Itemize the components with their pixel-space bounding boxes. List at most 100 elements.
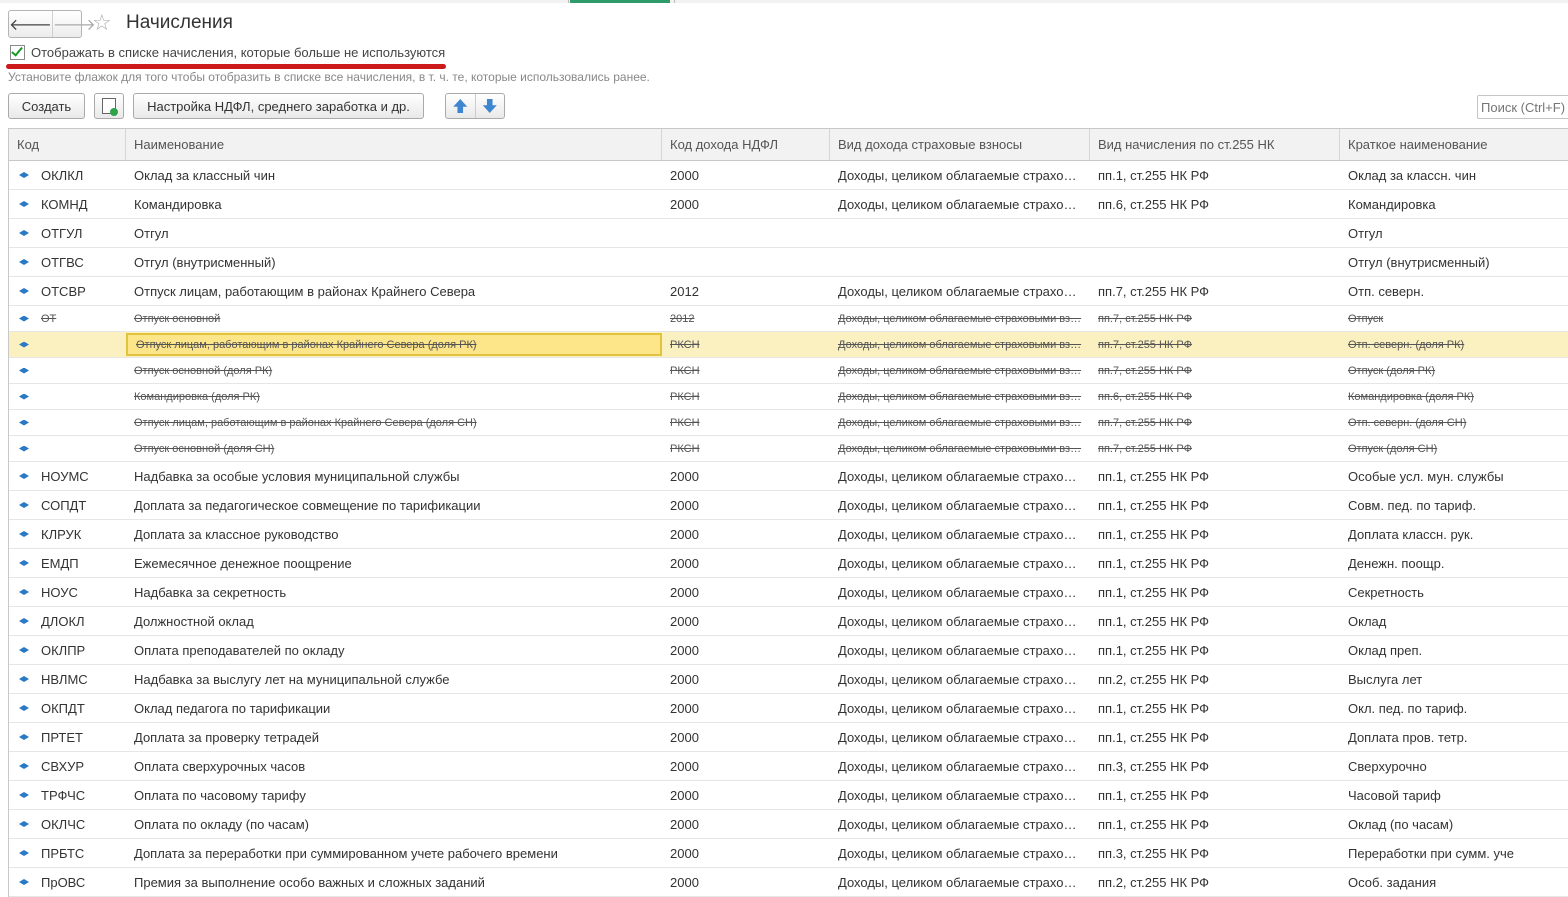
cell-ndfl[interactable]: [662, 219, 830, 247]
column-header-nk255-type[interactable]: Вид начисления по ст.255 НК: [1090, 129, 1340, 160]
cell-ins[interactable]: Доходы, целиком облагаемые страхо…: [830, 810, 1090, 838]
cell-name[interactable]: Ежемесячное денежное поощрение: [126, 549, 662, 577]
cell-short[interactable]: Отп. северн. (доля СН): [1340, 410, 1568, 435]
cell-ndfl[interactable]: 2000: [662, 161, 830, 189]
cell-nk[interactable]: пп.1, ст.255 НК РФ: [1090, 578, 1340, 606]
cell-name[interactable]: Отпуск лицам, работающим в районах Крайн…: [126, 410, 662, 435]
cell-ins[interactable]: Доходы, целиком облагаемые страховыми вз…: [830, 332, 1090, 357]
cell-ins[interactable]: [830, 219, 1090, 247]
cell-name[interactable]: Отгул (внутрисменный): [126, 248, 662, 276]
table-row[interactable]: ОТГУЛ Отгул Отгул: [9, 219, 1568, 248]
cell-nk[interactable]: пп.1, ст.255 НК РФ: [1090, 607, 1340, 635]
cell-nk[interactable]: пп.7, ст.255 НК РФ: [1090, 277, 1340, 305]
table-row[interactable]: ПРТЕТ Доплата за проверку тетрадей 2000 Дох…: [9, 723, 1568, 752]
move-up-button[interactable]: [446, 94, 475, 118]
cell-code[interactable]: ТРФЧС: [9, 781, 126, 809]
cell-name[interactable]: Отпуск лицам, работающим в районах Крайн…: [126, 277, 662, 305]
cell-name[interactable]: Оплата по часовому тарифу: [126, 781, 662, 809]
cell-code[interactable]: СВХУР: [9, 752, 126, 780]
table-row[interactable]: Командировка (доля РК) РКСН Доходы, целико…: [9, 384, 1568, 410]
cell-ins[interactable]: Доходы, целиком облагаемые страхо…: [830, 549, 1090, 577]
cell-nk[interactable]: пп.1, ст.255 НК РФ: [1090, 636, 1340, 664]
cell-name[interactable]: Командировка (доля РК): [126, 384, 662, 409]
cell-short[interactable]: Денежн. поощр.: [1340, 549, 1568, 577]
cell-short[interactable]: Секретность: [1340, 578, 1568, 606]
cell-short[interactable]: Особые усл. мун. службы: [1340, 462, 1568, 490]
cell-ins[interactable]: Доходы, целиком облагаемые страхо…: [830, 665, 1090, 693]
table-row[interactable]: ОКЛПР Оплата преподавателей по окладу 2000…: [9, 636, 1568, 665]
cell-ins[interactable]: Доходы, целиком облагаемые страхо…: [830, 277, 1090, 305]
cell-nk[interactable]: пп.7, ст.255 НК РФ: [1090, 306, 1340, 331]
ndfl-settings-button[interactable]: Настройка НДФЛ, среднего заработка и др.: [133, 93, 424, 119]
cell-code[interactable]: ПрОВС: [9, 868, 126, 896]
cell-ndfl[interactable]: РКСН: [662, 410, 830, 435]
cell-short[interactable]: Командировка (доля РК): [1340, 384, 1568, 409]
cell-name[interactable]: Оплата сверхурочных часов: [126, 752, 662, 780]
cell-name[interactable]: Доплата за проверку тетрадей: [126, 723, 662, 751]
cell-ndfl[interactable]: 2000: [662, 723, 830, 751]
cell-code[interactable]: ОКЛЧС: [9, 810, 126, 838]
cell-nk[interactable]: пп.6, ст.255 НК РФ: [1090, 384, 1340, 409]
column-header-short-name[interactable]: Краткое наименование: [1340, 129, 1568, 160]
cell-ins[interactable]: Доходы, целиком облагаемые страховыми вз…: [830, 410, 1090, 435]
cell-nk[interactable]: пп.1, ст.255 НК РФ: [1090, 694, 1340, 722]
cell-nk[interactable]: пп.2, ст.255 НК РФ: [1090, 868, 1340, 896]
cell-short[interactable]: Отгул (внутрисменный): [1340, 248, 1568, 276]
cell-code[interactable]: КОМНД: [9, 190, 126, 218]
table-row[interactable]: Отпуск лицам, работающим в районах Крайн…: [9, 410, 1568, 436]
copy-button[interactable]: [94, 93, 124, 119]
cell-ndfl[interactable]: 2000: [662, 578, 830, 606]
cell-ndfl[interactable]: 2000: [662, 810, 830, 838]
cell-nk[interactable]: пп.7, ст.255 НК РФ: [1090, 436, 1340, 461]
cell-code[interactable]: ДЛОКЛ: [9, 607, 126, 635]
cell-short[interactable]: Сверхурочно: [1340, 752, 1568, 780]
table-row[interactable]: ДЛОКЛ Должностной оклад 2000 Доходы, целико…: [9, 607, 1568, 636]
cell-ins[interactable]: Доходы, целиком облагаемые страхо…: [830, 723, 1090, 751]
table-row[interactable]: ПРБТС Доплата за переработки при суммиров…: [9, 839, 1568, 868]
cell-code[interactable]: [9, 410, 126, 435]
cell-name[interactable]: Премия за выполнение особо важных и слож…: [126, 868, 662, 896]
table-row[interactable]: ОТСВР Отпуск лицам, работающим в районах …: [9, 277, 1568, 306]
cell-short[interactable]: Отп. северн.: [1340, 277, 1568, 305]
cell-ins[interactable]: Доходы, целиком облагаемые страхо…: [830, 839, 1090, 867]
cell-ndfl[interactable]: 2012: [662, 277, 830, 305]
search-input[interactable]: [1477, 95, 1568, 119]
table-row[interactable]: ТРФЧС Оплата по часовому тарифу 2000 Доходы…: [9, 781, 1568, 810]
create-button[interactable]: Создать: [8, 93, 85, 119]
cell-nk[interactable]: пп.7, ст.255 НК РФ: [1090, 332, 1340, 357]
cell-code[interactable]: НВЛМС: [9, 665, 126, 693]
cell-short[interactable]: Часовой тариф: [1340, 781, 1568, 809]
cell-short[interactable]: Отпуск (доля РК): [1340, 358, 1568, 383]
cell-code[interactable]: ЕМДП: [9, 549, 126, 577]
cell-nk[interactable]: пп.1, ст.255 НК РФ: [1090, 520, 1340, 548]
cell-nk[interactable]: пп.2, ст.255 НК РФ: [1090, 665, 1340, 693]
cell-ins[interactable]: Доходы, целиком облагаемые страхо…: [830, 607, 1090, 635]
move-down-button[interactable]: [474, 94, 505, 118]
cell-ndfl[interactable]: 2000: [662, 781, 830, 809]
cell-code[interactable]: [9, 358, 126, 383]
favorite-star-icon[interactable]: ☆: [92, 11, 112, 35]
column-header-ndfl-code[interactable]: Код дохода НДФЛ: [662, 129, 830, 160]
cell-short[interactable]: Отп. северн. (доля РК): [1340, 332, 1568, 357]
cell-ins[interactable]: Доходы, целиком облагаемые страхо…: [830, 752, 1090, 780]
cell-ndfl[interactable]: РКСН: [662, 384, 830, 409]
cell-nk[interactable]: [1090, 219, 1340, 247]
cell-ndfl[interactable]: 2000: [662, 694, 830, 722]
cell-name[interactable]: Отпуск основной (доля РК): [126, 358, 662, 383]
cell-name[interactable]: Надбавка за секретность: [126, 578, 662, 606]
cell-name[interactable]: Оплата преподавателей по окладу: [126, 636, 662, 664]
cell-nk[interactable]: пп.3, ст.255 НК РФ: [1090, 839, 1340, 867]
cell-nk[interactable]: пп.1, ст.255 НК РФ: [1090, 161, 1340, 189]
table-row[interactable]: НВЛМС Надбавка за выслугу лет на муниципа…: [9, 665, 1568, 694]
cell-ndfl[interactable]: 2012: [662, 306, 830, 331]
table-row[interactable]: НОУМС Надбавка за особые условия муниципа…: [9, 462, 1568, 491]
table-row[interactable]: НОУС Надбавка за секретность 2000 Доходы, ц…: [9, 578, 1568, 607]
table-row[interactable]: Отпуск лицам, работающим в районах Крайн…: [9, 332, 1568, 358]
cell-nk[interactable]: пп.1, ст.255 НК РФ: [1090, 810, 1340, 838]
cell-ins[interactable]: Доходы, целиком облагаемые страхо…: [830, 636, 1090, 664]
cell-short[interactable]: Оклад за классн. чин: [1340, 161, 1568, 189]
cell-ins[interactable]: Доходы, целиком облагаемые страховыми вз…: [830, 384, 1090, 409]
table-row[interactable]: ОКЛЧС Оплата по окладу (по часам) 2000 Дохо…: [9, 810, 1568, 839]
cell-ndfl[interactable]: РКСН: [662, 358, 830, 383]
table-row[interactable]: ОКПДТ Оклад педагога по тарификации 2000 До…: [9, 694, 1568, 723]
